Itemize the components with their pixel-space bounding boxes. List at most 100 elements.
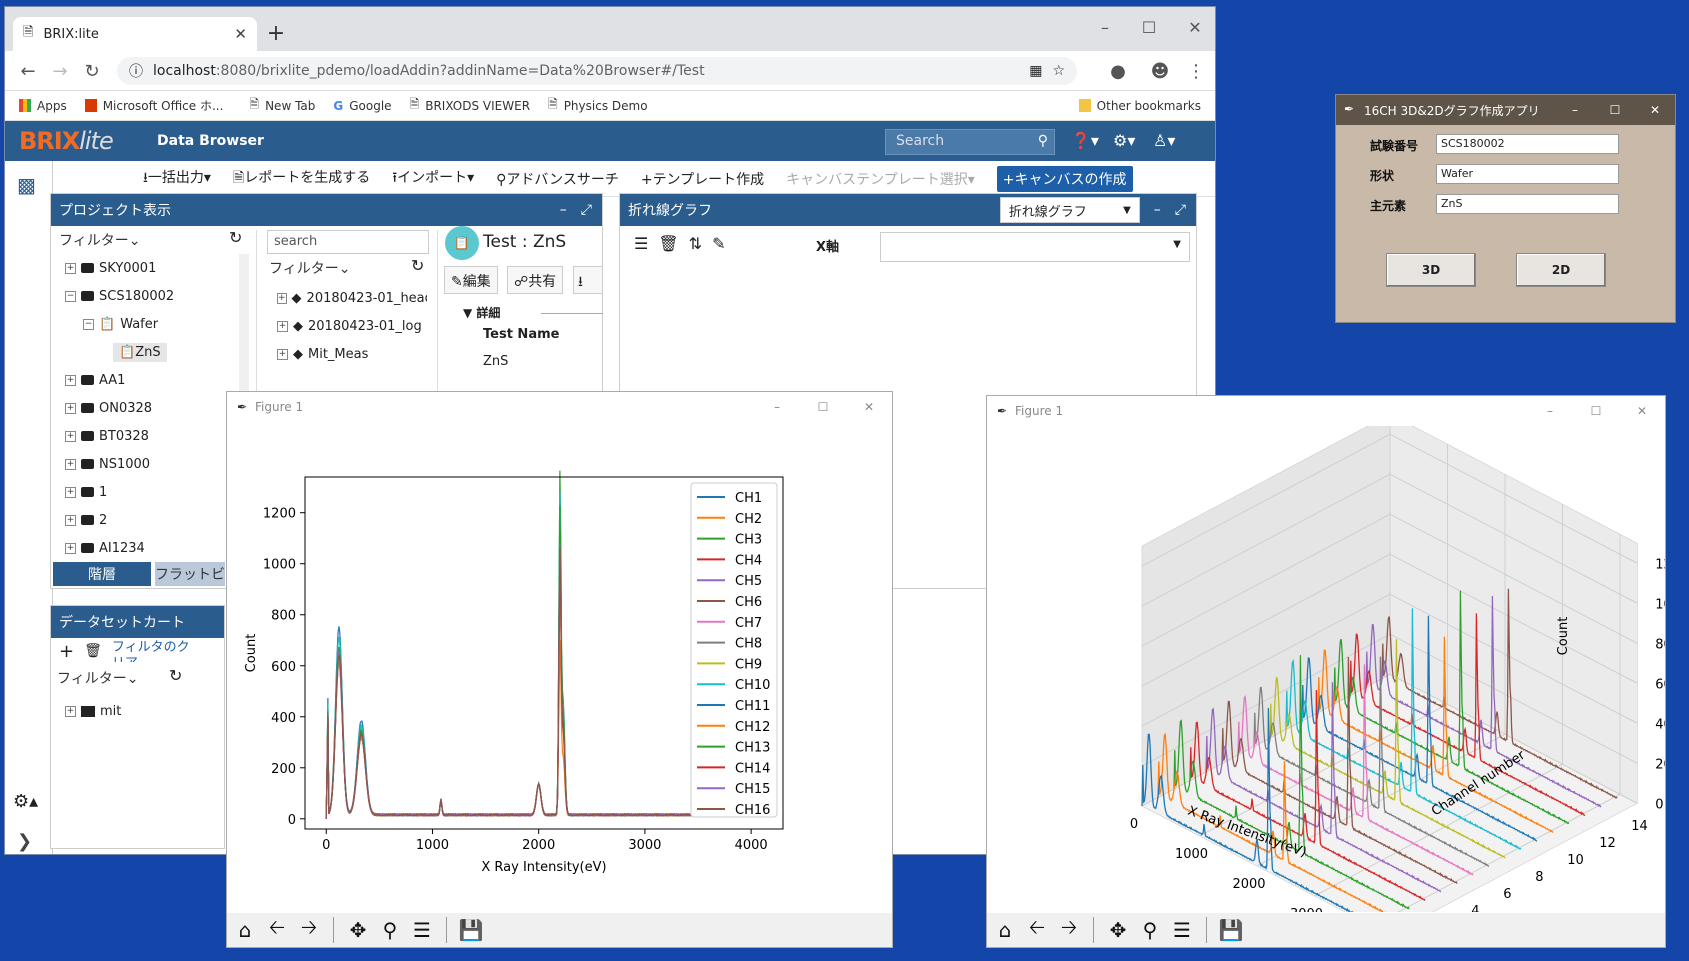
add-icon[interactable]: + [59,641,74,662]
tree-item[interactable]: + ON0328 [65,394,225,422]
save-icon[interactable]: 💾 [1217,916,1245,944]
address-bar[interactable]: ⓘ localhost:8080/brixlite_pdemo/loadAddi… [117,57,1077,85]
element-input[interactable]: ZnS [1436,194,1619,214]
create-canvas-button[interactable]: +キャンバスの作成 [996,165,1133,192]
maximize-icon[interactable]: ☐ [1595,103,1635,117]
canvas-template-select[interactable]: キャンバステンプレート選択▾ [786,169,975,189]
bookmark-newtab[interactable]: 🗎 New Tab [249,95,315,116]
zoom-icon[interactable]: ⚲ [376,916,404,944]
maximize-icon[interactable]: ☐ [1131,15,1167,41]
list-item[interactable]: + mit [65,704,121,719]
tree-item[interactable]: +2 [65,506,225,534]
expand-icon[interactable]: + [65,706,76,717]
back-icon[interactable]: 🡠 [263,915,291,944]
expand-icon[interactable]: + [65,402,76,414]
expand-panel-icon[interactable]: ⤢ [581,202,592,218]
close-window-icon[interactable]: ✕ [1177,15,1213,41]
forward-icon[interactable]: 🡢 [1055,915,1083,944]
maximize-icon[interactable]: ☐ [800,400,846,414]
expand-icon[interactable]: + [65,262,76,274]
mid-filter[interactable]: フィルター⌄ [269,258,350,278]
expand-icon[interactable]: ❯ [17,831,32,852]
tab-flat[interactable]: フラットビ [155,562,225,586]
tree-item[interactable]: +1 [65,478,225,506]
refresh-icon[interactable]: ↻ [169,666,182,685]
trash-icon[interactable]: 🗑 [658,234,678,253]
3d-button[interactable]: 3D [1386,253,1476,287]
refresh-icon[interactable]: ↻ [411,256,424,275]
refresh-icon[interactable]: ↻ [229,228,242,247]
help-icon[interactable]: ❓▾ [1071,131,1099,150]
tree-item[interactable]: + NS1000 [65,450,225,478]
save-icon[interactable]: 💾 [457,916,485,944]
sort-icon[interactable]: ⇅ [689,234,702,253]
minimize-icon[interactable]: – [1087,15,1123,41]
tree-item[interactable]: + AA1 [65,366,225,394]
menu-icon[interactable]: ⋮ [1183,59,1209,85]
chart-icon[interactable]: ▩ [17,173,36,197]
tree-item-selected[interactable]: 📋ZnS [65,338,225,366]
pan-icon[interactable]: ✥ [344,916,372,944]
list-item[interactable]: + ◆ 20180423-01_log [277,312,427,340]
bookmark-brixods[interactable]: 🗎 BRIXODS VIEWER [410,95,530,116]
2d-button[interactable]: 2D [1516,253,1606,287]
expand-icon[interactable]: + [277,348,288,360]
minimize-panel-icon[interactable]: – [560,202,567,218]
trash-icon[interactable]: 🗑 [84,643,102,659]
minimize-panel-icon[interactable]: – [1154,202,1161,218]
report-button[interactable]: 🗎レポートを生成する [233,167,370,191]
expand-panel-icon[interactable]: ⤢ [1175,202,1186,218]
new-tab-button[interactable]: + [263,21,289,47]
bulk-export-button[interactable]: ⭳一括出力▾ [143,167,211,191]
cart-filter[interactable]: フィルター⌄ [57,668,138,688]
translate-icon[interactable]: ▦ [1029,63,1042,79]
bookmark-physics[interactable]: 🗎 Physics Demo [548,95,648,116]
list-item[interactable]: + ◆ Mit_Meas [277,340,427,368]
close-window-icon[interactable]: ✕ [846,400,892,414]
browser-tab[interactable]: 🗎 BRIX:lite ✕ [13,17,257,51]
settings-icon[interactable]: ⚙▾ [1113,131,1135,150]
share-button[interactable]: ☍共有 [507,266,564,294]
tree-item[interactable]: − 📋 Wafer [65,310,225,338]
bookmark-office[interactable]: Microsoft Office ホ... [84,97,223,114]
pan-icon[interactable]: ✥ [1104,916,1132,944]
extension-icon[interactable]: ● [1105,59,1131,85]
home-icon[interactable]: ⌂ [991,916,1019,944]
expand-icon[interactable]: + [65,374,76,386]
bookmark-apps[interactable]: Apps [19,99,67,113]
shape-input[interactable]: Wafer [1436,164,1619,184]
graph-type-select[interactable]: 折れ線グラフ ▼ [999,197,1140,223]
template-create-button[interactable]: +テンプレート作成 [641,169,764,189]
tree-item[interactable]: + SKY0001 [65,254,225,282]
project-filter[interactable]: フィルター⌄ [59,230,140,250]
mid-search-input[interactable]: search [267,230,429,254]
tree-item[interactable]: − SCS180002 [65,282,225,310]
star-icon[interactable]: ☆ [1052,63,1065,79]
expand-icon[interactable]: + [65,514,76,526]
forward-icon[interactable]: → [47,59,73,85]
detail-header[interactable]: ▼ 詳細 [463,304,500,321]
user-icon[interactable]: ♙▾ [1153,131,1175,150]
home-icon[interactable]: ⌂ [231,916,259,944]
advanced-search-button[interactable]: ⚲アドバンスサーチ [496,169,619,189]
app-search-input[interactable]: Search ⚲ [885,129,1055,155]
minimize-icon[interactable]: – [754,400,800,414]
list-item[interactable]: + ◆20180423-01_heade [277,284,427,312]
forward-icon[interactable]: 🡢 [295,915,323,944]
xaxis-select[interactable]: ▼ [880,232,1190,262]
bookmark-google[interactable]: G Google [333,99,391,113]
close-tab-icon[interactable]: ✕ [234,25,247,43]
bookmark-other[interactable]: Other bookmarks [1078,99,1201,113]
collapse-icon[interactable]: − [65,290,76,302]
edit-button[interactable]: ✎編集 [444,266,498,294]
collapse-icon[interactable]: − [83,318,94,330]
expand-icon[interactable]: + [65,430,76,442]
back-icon[interactable]: 🡠 [1023,915,1051,944]
expand-icon[interactable]: + [65,458,76,470]
minimize-icon[interactable]: – [1555,103,1595,117]
close-window-icon[interactable]: ✕ [1619,404,1665,418]
reload-icon[interactable]: ↻ [79,59,105,85]
sliders-icon[interactable]: ☰ [408,916,436,944]
maximize-icon[interactable]: ☐ [1573,404,1619,418]
back-icon[interactable]: ← [15,59,41,85]
